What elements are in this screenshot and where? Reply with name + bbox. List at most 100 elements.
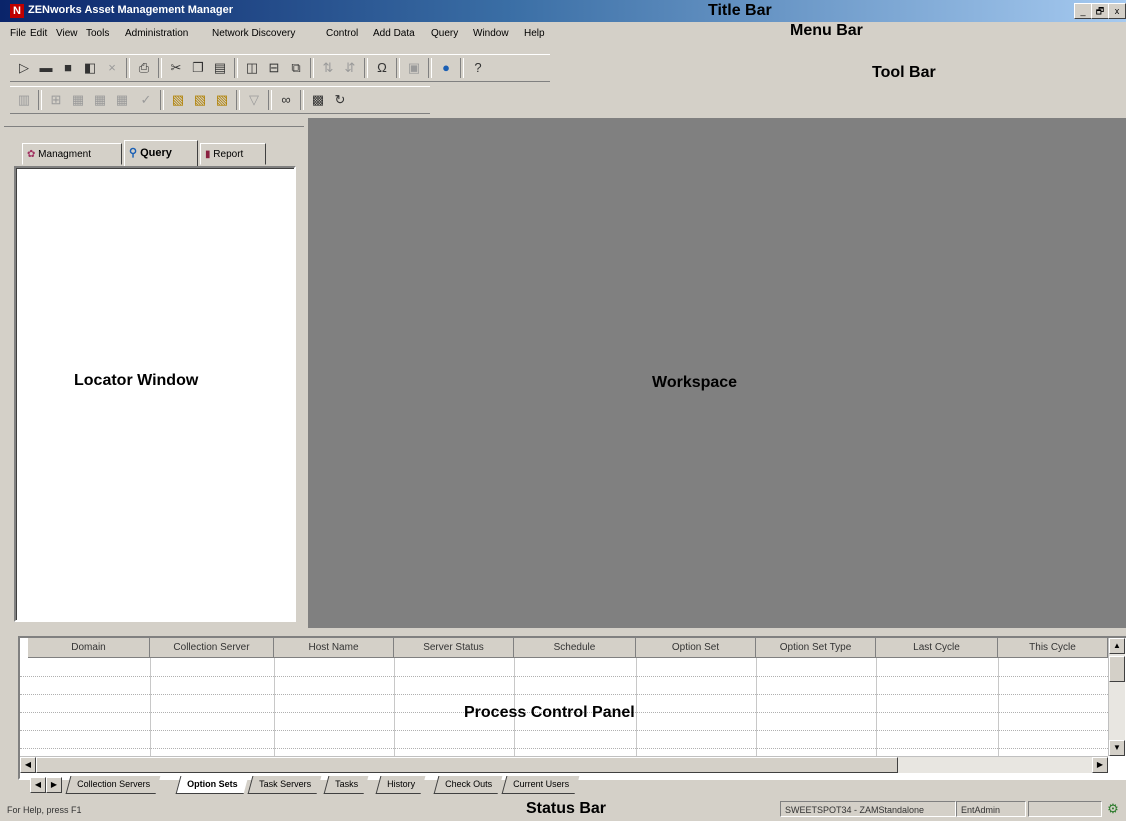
panel-left-icon[interactable]: ◫ — [242, 58, 262, 78]
hscroll-thumb[interactable] — [36, 757, 898, 773]
tab-scroll-right-icon[interactable]: ▶ — [46, 777, 62, 793]
tab-check-outs[interactable]: Check Outs — [433, 776, 503, 794]
page-icon[interactable]: ▣ — [404, 58, 424, 78]
status-user: EntAdmin — [956, 801, 1026, 817]
workspace[interactable] — [308, 118, 1126, 628]
tb2-b-icon[interactable]: ⊞ — [46, 90, 66, 110]
status-help-text: For Help, press F1 — [7, 805, 82, 815]
toolbar-query: ▥ ⊞ ▦ ▦ ▦ ✓ ▧ ▧ ▧ ▽ ∞ ▩ ↻ — [10, 86, 430, 114]
cut-icon[interactable]: ✂ — [166, 58, 186, 78]
toolbar-separator — [396, 58, 400, 78]
print-icon[interactable]: ⎙ — [134, 58, 154, 78]
tab-label: Tasks — [335, 779, 359, 789]
management-icon: ✿ — [27, 149, 36, 160]
tab-query[interactable]: ⚲ Query — [124, 140, 198, 166]
tb2-a-icon[interactable]: ▥ — [14, 90, 34, 110]
help-icon[interactable]: ? — [468, 58, 488, 78]
grid-col-line — [876, 658, 877, 756]
process-tabs: ◀ ▶ Collection Servers Option Sets Task … — [18, 776, 1124, 794]
horizontal-scrollbar[interactable]: ◀ ▶ — [20, 756, 1108, 773]
tab-collection-servers[interactable]: Collection Servers — [65, 776, 161, 794]
grid-row-line — [20, 694, 1108, 695]
window-title: ZENworks Asset Management Manager — [28, 4, 233, 16]
new-icon[interactable]: ▷ — [14, 58, 34, 78]
locator-window[interactable] — [14, 166, 296, 622]
query-open-icon[interactable]: ▧ — [190, 90, 210, 110]
panel-export-icon[interactable]: ⧉ — [286, 58, 306, 78]
annotation-title-bar: Title Bar — [708, 2, 772, 19]
sort-desc-icon[interactable]: ⇵ — [340, 58, 360, 78]
tab-label: Managment — [38, 149, 91, 160]
column-header-host-name[interactable]: Host Name — [274, 638, 394, 658]
grid-col-line — [636, 658, 637, 756]
vertical-scrollbar[interactable]: ▲ ▼ — [1108, 638, 1125, 756]
tb2-c-icon[interactable]: ▦ — [68, 90, 88, 110]
copy-doc-icon[interactable]: ◧ — [80, 58, 100, 78]
column-header-domain[interactable]: Domain — [28, 638, 150, 658]
menu-view[interactable]: View — [56, 28, 78, 39]
grid-row-line — [20, 748, 1108, 749]
refresh-icon[interactable]: ↻ — [330, 90, 350, 110]
column-header-option-set[interactable]: Option Set — [636, 638, 756, 658]
omega-icon[interactable]: Ω — [372, 58, 392, 78]
tb2-d-icon[interactable]: ▦ — [90, 90, 110, 110]
network-status-icon: ⚙ — [1107, 801, 1119, 816]
report-icon[interactable]: ▩ — [308, 90, 328, 110]
column-header-collection-server[interactable]: Collection Server — [150, 638, 274, 658]
toolbar-separator — [234, 58, 238, 78]
scroll-right-icon[interactable]: ▶ — [1092, 757, 1108, 773]
column-header-last-cycle[interactable]: Last Cycle — [876, 638, 998, 658]
query-new-icon[interactable]: ▧ — [168, 90, 188, 110]
query-save-icon[interactable]: ▧ — [212, 90, 232, 110]
column-header-option-set-type[interactable]: Option Set Type — [756, 638, 876, 658]
menu-administration[interactable]: Administration — [125, 28, 188, 39]
menu-tools[interactable]: Tools — [86, 28, 109, 39]
tab-tasks[interactable]: Tasks — [323, 776, 369, 794]
column-header-this-cycle[interactable]: This Cycle — [998, 638, 1108, 658]
title-bar[interactable]: N ZENworks Asset Management Manager _ 🗗 … — [0, 0, 1126, 22]
column-header-schedule[interactable]: Schedule — [514, 638, 636, 658]
menu-query[interactable]: Query — [431, 28, 458, 39]
minimize-button[interactable]: _ — [1074, 3, 1092, 19]
save-icon[interactable]: ■ — [58, 58, 78, 78]
copy-icon[interactable]: ❐ — [188, 58, 208, 78]
tab-report[interactable]: ▮ Report — [200, 143, 266, 165]
scroll-thumb[interactable] — [1109, 656, 1125, 682]
tab-management[interactable]: ✿ Managment — [22, 143, 122, 165]
menu-network-discovery[interactable]: Network Discovery — [212, 28, 295, 39]
binoculars-icon[interactable]: ∞ — [276, 90, 296, 110]
toolbar-separator — [126, 58, 130, 78]
tab-option-sets[interactable]: Option Sets — [175, 776, 248, 794]
tab-label: Task Servers — [259, 779, 312, 789]
close-icon[interactable]: × — [102, 58, 122, 78]
toolbar-separator — [364, 58, 368, 78]
toolbar-separator — [300, 90, 304, 110]
paste-icon[interactable]: ▤ — [210, 58, 230, 78]
sort-asc-icon[interactable]: ⇅ — [318, 58, 338, 78]
scroll-down-icon[interactable]: ▼ — [1109, 740, 1125, 756]
open-icon[interactable]: ▬ — [36, 58, 56, 78]
scroll-left-icon[interactable]: ◀ — [20, 757, 36, 773]
menu-window[interactable]: Window — [473, 28, 509, 39]
menu-control[interactable]: Control — [326, 28, 358, 39]
tab-scroll-left-icon[interactable]: ◀ — [30, 777, 46, 793]
tab-label: Report — [213, 149, 244, 160]
menu-edit[interactable]: Edit — [30, 28, 47, 39]
menu-add-data[interactable]: Add Data — [373, 28, 415, 39]
check-icon[interactable]: ✓ — [136, 90, 156, 110]
panel-split-icon[interactable]: ⊟ — [264, 58, 284, 78]
close-button[interactable]: x — [1108, 3, 1126, 19]
scroll-up-icon[interactable]: ▲ — [1109, 638, 1125, 654]
restore-button[interactable]: 🗗 — [1091, 3, 1109, 19]
globe-icon[interactable]: ● — [436, 58, 456, 78]
filter-icon[interactable]: ▽ — [244, 90, 264, 110]
grid-col-line — [274, 658, 275, 756]
menu-help[interactable]: Help — [524, 28, 545, 39]
column-header-server-status[interactable]: Server Status — [394, 638, 514, 658]
menu-file[interactable]: File — [10, 28, 26, 39]
tab-history[interactable]: History — [375, 776, 426, 794]
toolbar-separator — [236, 90, 240, 110]
tab-task-servers[interactable]: Task Servers — [247, 776, 322, 794]
tab-current-users[interactable]: Current Users — [501, 776, 580, 794]
tb2-e-icon[interactable]: ▦ — [112, 90, 132, 110]
